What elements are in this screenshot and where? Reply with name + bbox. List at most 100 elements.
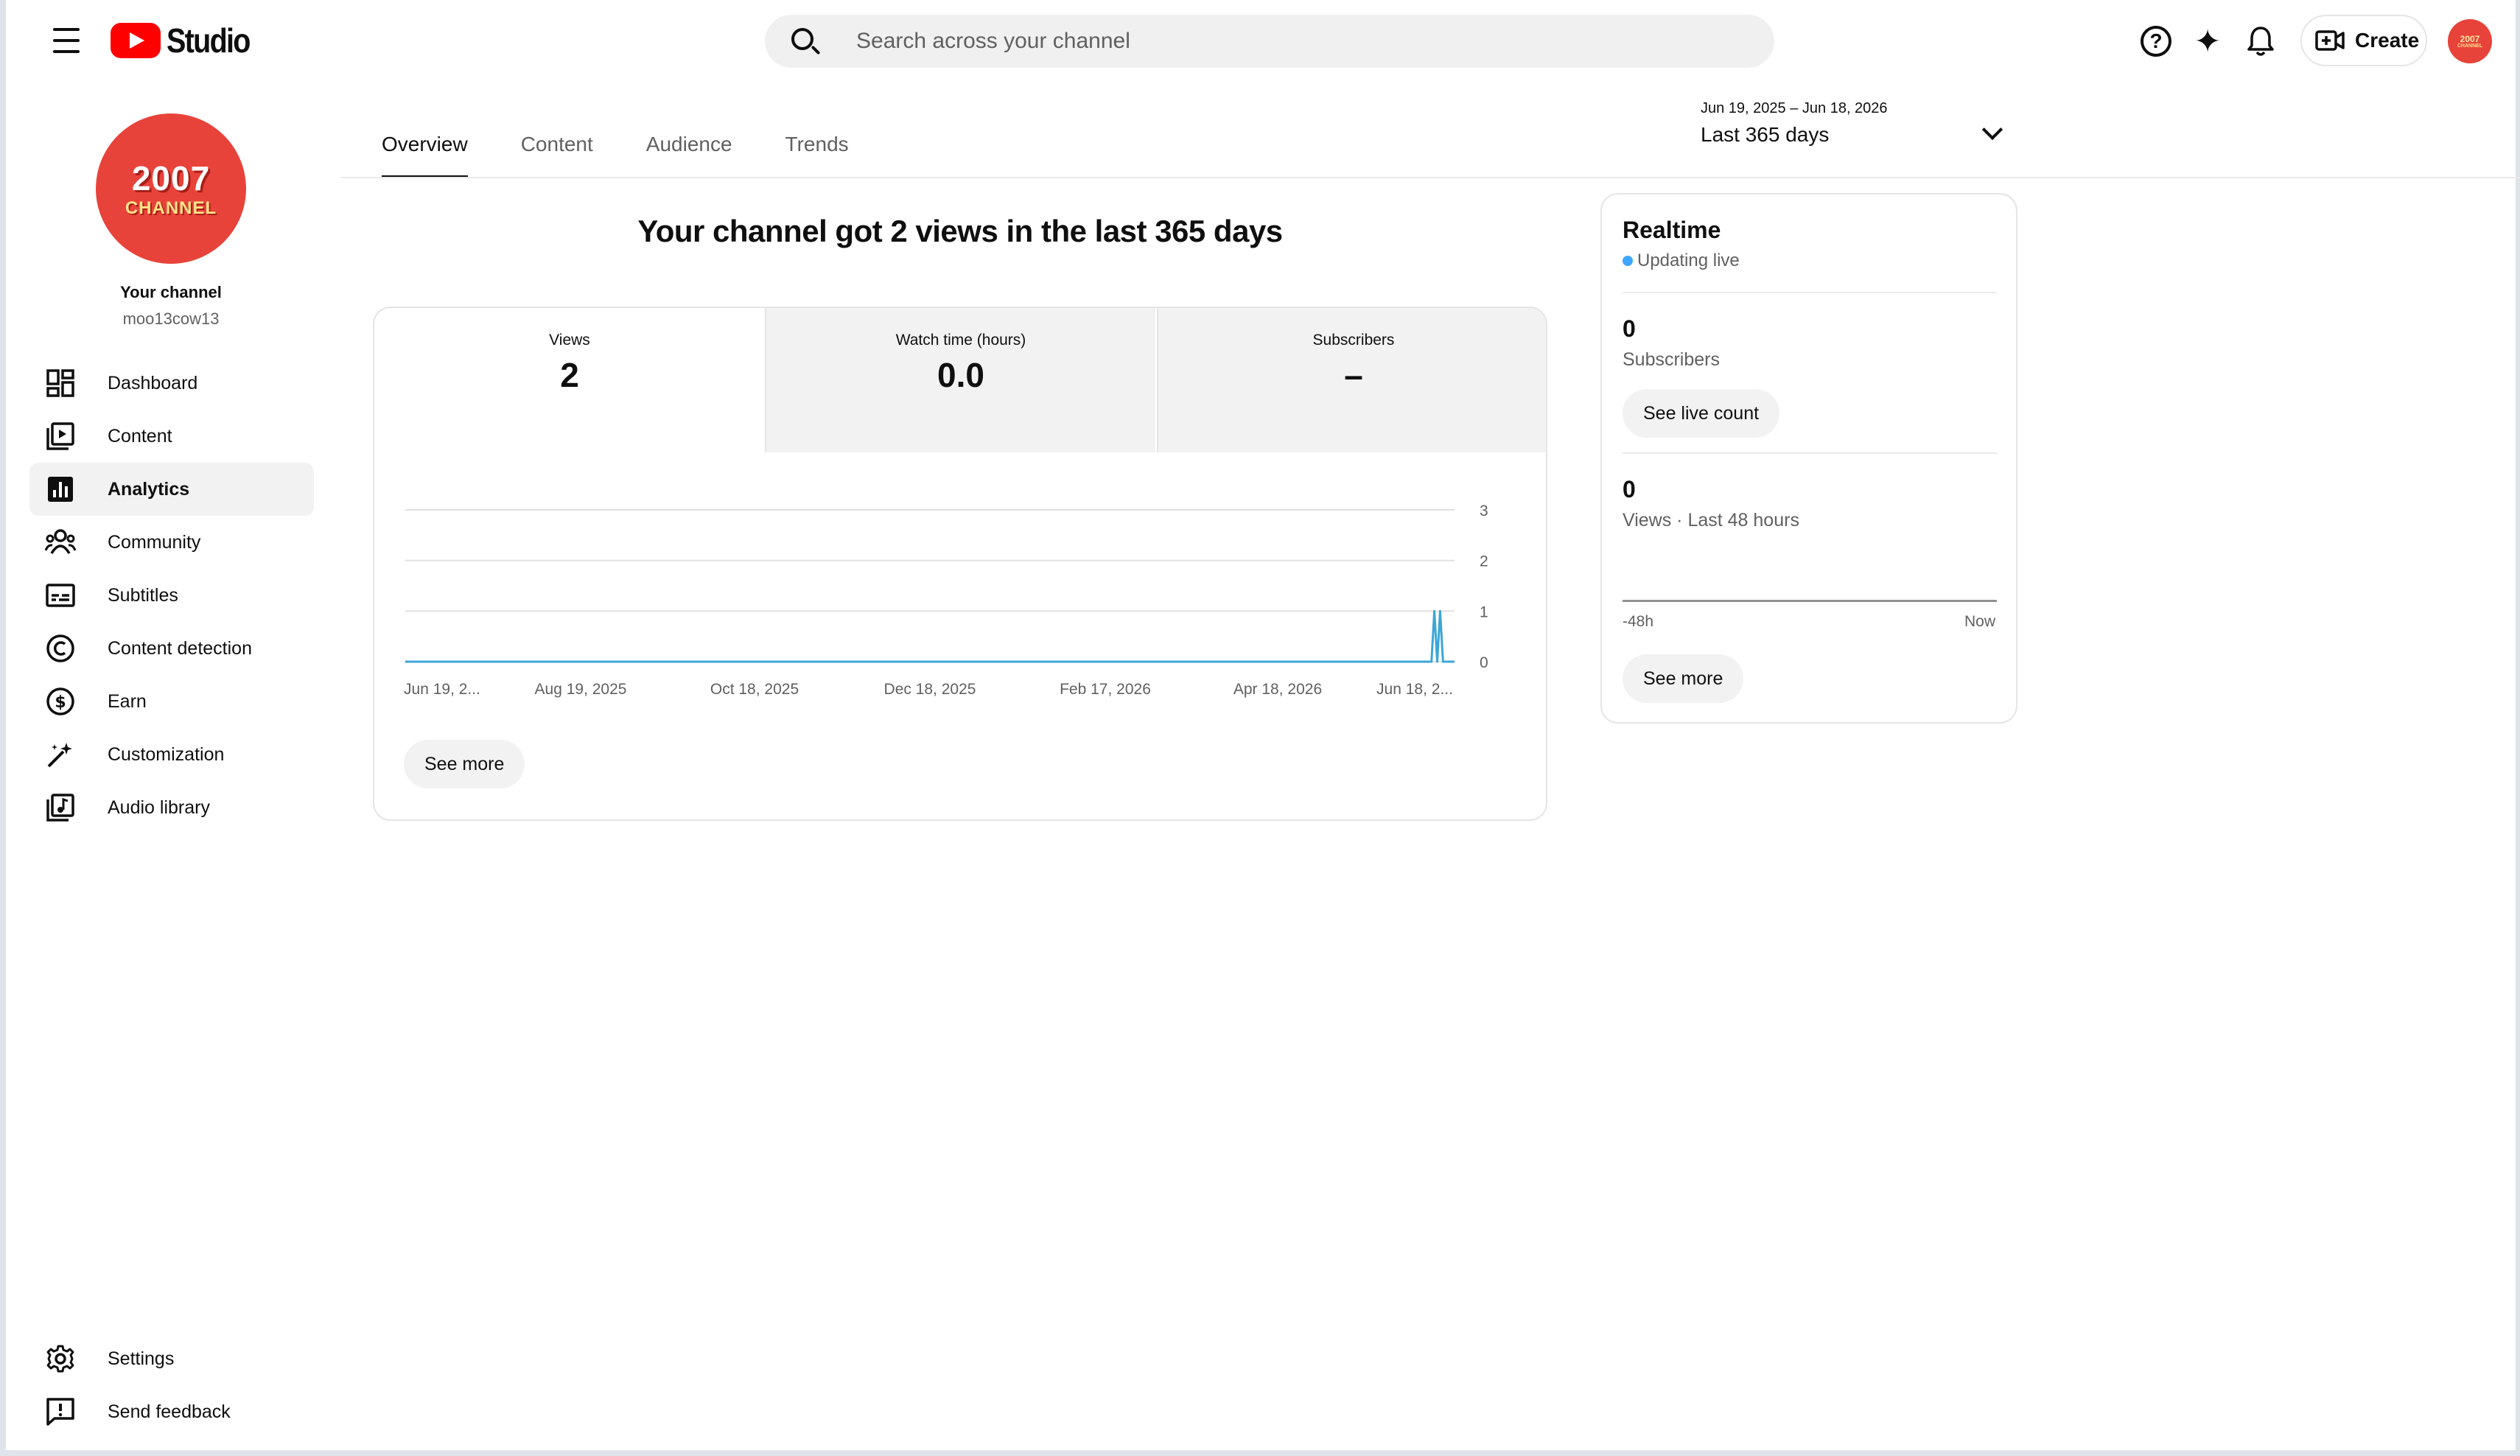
realtime-axis-left: -48h xyxy=(1623,613,1654,630)
magic-wand-icon xyxy=(44,738,77,771)
help-icon[interactable]: ? xyxy=(2135,21,2177,62)
channel-title: Your channel xyxy=(120,283,222,301)
live-dot-icon xyxy=(1623,256,1633,266)
bell-icon[interactable] xyxy=(2240,21,2281,62)
sidebar-item-send-feedback[interactable]: Send feedback xyxy=(29,1385,314,1438)
copyright-icon xyxy=(44,632,77,665)
metric-label: Views xyxy=(549,332,590,349)
realtime-status: Updating live xyxy=(1623,251,1740,271)
search-input[interactable] xyxy=(856,29,1740,54)
sidebar-item-label: Analytics xyxy=(108,478,190,500)
content-icon xyxy=(44,420,77,452)
avatar-text-1: 2007 xyxy=(2460,33,2480,44)
realtime-views-value: 0 xyxy=(1623,476,1636,503)
channel-avatar[interactable]: 2007 CHANNEL xyxy=(96,113,246,264)
community-icon xyxy=(44,526,77,559)
analytics-tabs: Overview Content Audience Trends xyxy=(340,118,902,178)
sidebar-item-dashboard[interactable]: Dashboard xyxy=(29,357,314,410)
channel-logo-line2: CHANNEL xyxy=(125,198,217,218)
dollar-icon: $ xyxy=(44,685,77,718)
sidebar-item-analytics[interactable]: Analytics xyxy=(29,463,314,516)
sidebar-item-label: Subtitles xyxy=(108,584,178,606)
search-bar[interactable] xyxy=(765,15,1774,68)
sidebar-item-customization[interactable]: Customization xyxy=(29,728,314,781)
sidebar-item-label: Send feedback xyxy=(108,1401,231,1422)
gear-icon xyxy=(44,1343,77,1375)
sidebar-item-settings[interactable]: Settings xyxy=(29,1332,314,1385)
date-range-picker[interactable]: Jun 19, 2025 – Jun 18, 2026 Last 365 day… xyxy=(1701,100,2010,159)
channel-logo-line1: 2007 xyxy=(131,159,211,197)
realtime-subscribers-label: Subscribers xyxy=(1623,349,1720,370)
tab-trends[interactable]: Trends xyxy=(785,118,849,178)
sidebar-item-audio-library[interactable]: Audio library xyxy=(29,781,314,834)
realtime-card: Realtime Updating live 0 Subscribers See… xyxy=(1600,193,2017,724)
svg-text:$: $ xyxy=(55,693,66,712)
sidebar-item-label: Audio library xyxy=(108,797,210,818)
divider xyxy=(1623,452,1997,454)
sidebar-item-subtitles[interactable]: Subtitles xyxy=(29,569,314,622)
metric-value: 0.0 xyxy=(937,356,984,394)
app-frame: Studio ? ✦ Create 2007 CHANNEL 2007 CHAN… xyxy=(0,0,2520,1456)
sidebar-item-label: Content xyxy=(108,425,172,447)
x-tick-label: Aug 19, 2025 xyxy=(535,681,627,698)
tab-content[interactable]: Content xyxy=(521,118,593,178)
sidebar-item-earn[interactable]: $ Earn xyxy=(29,675,314,728)
see-live-count-button[interactable]: See live count xyxy=(1623,389,1780,438)
sidebar-item-content[interactable]: Content xyxy=(29,410,314,463)
realtime-see-more-button[interactable]: See more xyxy=(1623,654,1744,703)
sidebar-item-community[interactable]: Community xyxy=(29,516,314,569)
subtitles-icon xyxy=(44,579,77,612)
x-tick-label: Dec 18, 2025 xyxy=(884,681,976,698)
audio-library-icon xyxy=(44,791,77,824)
see-more-button[interactable]: See more xyxy=(404,740,525,788)
sidebar: 2007 CHANNEL Your channel moo13cow13 Das… xyxy=(12,81,336,1450)
create-label: Create xyxy=(2355,29,2420,52)
metric-subscribers[interactable]: Subscribers – xyxy=(1157,308,1546,452)
y-tick-label: 2 xyxy=(1480,553,1488,570)
metric-label: Subscribers xyxy=(1312,332,1395,349)
analytics-icon xyxy=(44,473,77,505)
menu-icon[interactable] xyxy=(47,25,85,56)
dashboard-icon xyxy=(44,367,77,399)
top-bar: Studio ? ✦ Create 2007 CHANNEL xyxy=(12,0,2520,81)
tabs-divider xyxy=(340,177,2520,178)
account-avatar[interactable]: 2007 CHANNEL xyxy=(2448,19,2492,63)
x-tick-label: Apr 18, 2026 xyxy=(1233,681,1322,698)
youtube-play-icon xyxy=(111,23,161,58)
page-headline: Your channel got 2 views in the last 365… xyxy=(637,214,1283,248)
realtime-views-label: Views · Last 48 hours xyxy=(1623,510,1799,531)
y-tick-label: 3 xyxy=(1480,503,1488,519)
studio-logo[interactable]: Studio xyxy=(111,21,263,60)
sparkle-icon[interactable]: ✦ xyxy=(2187,21,2228,62)
tab-audience[interactable]: Audience xyxy=(646,118,732,178)
avatar-text-2: CHANNEL xyxy=(2457,43,2483,49)
sidebar-item-label: Community xyxy=(108,531,201,553)
channel-handle: moo13cow13 xyxy=(122,309,220,328)
search-icon[interactable] xyxy=(765,15,824,68)
create-video-icon xyxy=(2315,30,2345,51)
views-series-line xyxy=(405,609,1455,663)
realtime-status-text: Updating live xyxy=(1637,251,1740,270)
sidebar-item-label: Earn xyxy=(108,690,147,712)
overview-card: Views 2 Watch time (hours) 0.0 Subscribe… xyxy=(373,307,1547,821)
create-button[interactable]: Create xyxy=(2300,15,2427,66)
views-line-chart: 0 1 2 3 Jun 19, 2... Aug 19, 2025 Oct 18, 2025… xyxy=(404,503,1488,698)
sidebar-item-label: Dashboard xyxy=(108,372,198,393)
tab-overview[interactable]: Overview xyxy=(382,118,468,178)
metric-watch-time[interactable]: Watch time (hours) 0.0 xyxy=(765,308,1155,452)
date-range-label: Last 365 days xyxy=(1701,123,1830,146)
sidebar-item-content-detection[interactable]: Content detection xyxy=(29,622,314,675)
feedback-icon xyxy=(44,1396,77,1428)
sidebar-item-label: Content detection xyxy=(108,637,252,659)
x-tick-label: Jun 18, 2... xyxy=(1376,681,1453,698)
x-tick-label: Jun 19, 2... xyxy=(404,681,480,698)
metric-views[interactable]: Views 2 xyxy=(374,308,765,452)
logo-text: Studio xyxy=(167,21,251,60)
y-tick-label: 1 xyxy=(1480,603,1488,620)
divider xyxy=(1623,292,1997,293)
date-range-text: Jun 19, 2025 – Jun 18, 2026 xyxy=(1701,100,1888,116)
y-tick-label: 0 xyxy=(1480,654,1488,671)
metric-value: – xyxy=(1344,356,1363,394)
sidebar-item-label: Customization xyxy=(108,743,225,765)
x-tick-label: Feb 17, 2026 xyxy=(1060,681,1151,698)
